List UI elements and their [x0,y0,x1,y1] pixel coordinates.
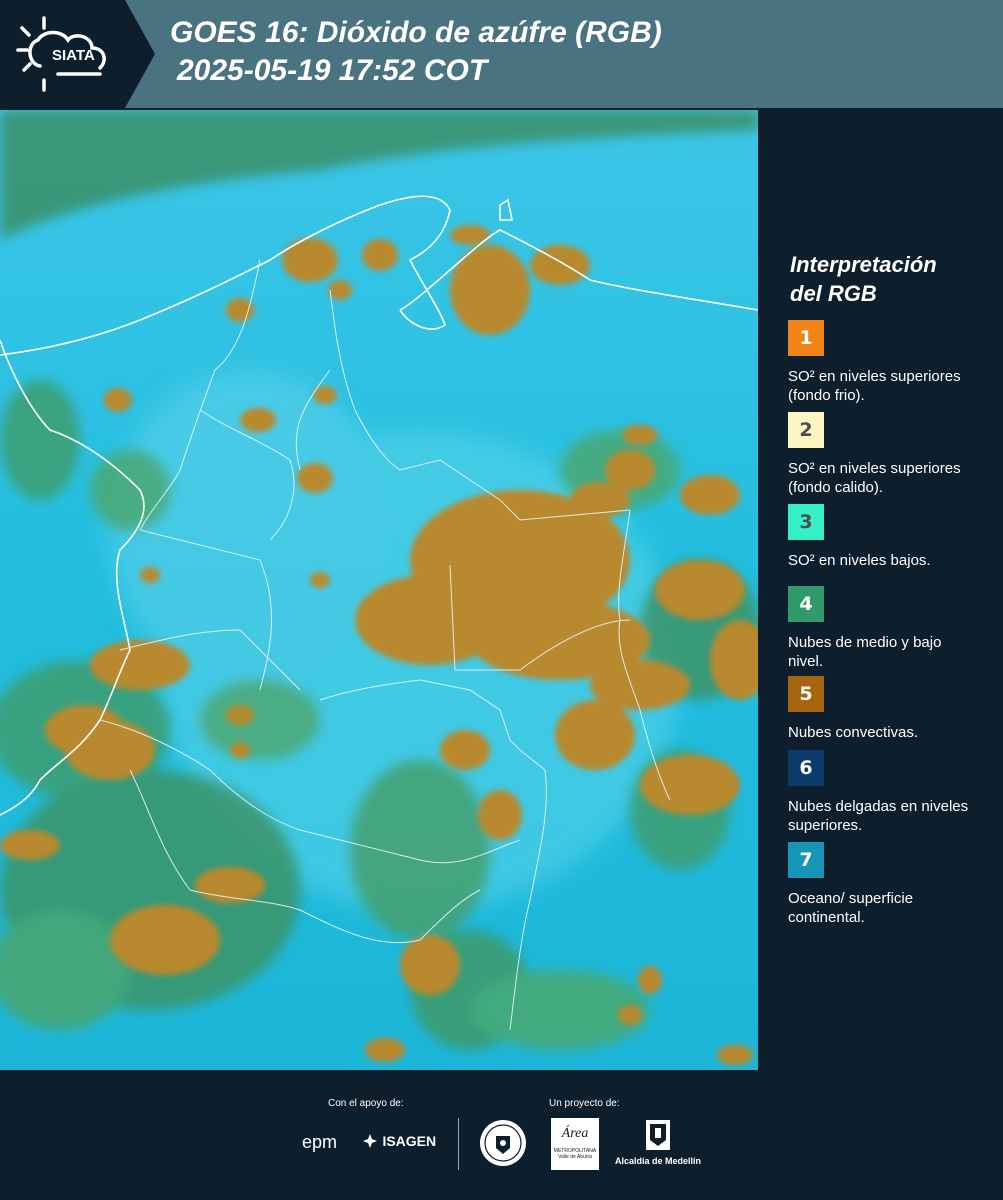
siata-logo[interactable]: SIATA [0,0,155,108]
title-line-1: GOES 16: Dióxido de azúfre (RGB) [170,16,662,49]
title-line-2: 2025-05-19 17:52 COT [177,54,488,87]
legend-swatch-1: 1 [788,320,824,356]
header-bar: SIATA GOES 16: Dióxido de azúfre (RGB) 20… [0,0,1003,108]
legend-description-7: Oceano/ superficie continental. [788,890,914,926]
project-label: Un proyecto de: [549,1098,620,1109]
epm-logo[interactable]: epm [302,1132,337,1153]
legend-title-line-1: Interpretación [790,252,937,277]
legend-description-5: Nubes convectivas. [788,724,919,741]
legend-swatch-5: 5 [788,676,824,712]
alcaldia-medellin-logo[interactable]: Alcaldía de Medellín [612,1118,704,1170]
alcaldia-label: Alcaldía de Medellín [614,1156,702,1166]
satellite-map[interactable] [0,110,758,1070]
svg-text:SIATA: SIATA [52,47,95,64]
legend-swatch-2: 2 [788,412,824,448]
footer-divider [458,1118,459,1170]
area-metropolitana-logo[interactable]: Área METROPOLITANA Valle de Aburrá [551,1118,599,1170]
support-label: Con el apoyo de: [328,1098,404,1109]
legend-description-1: SO² en niveles superiores (fondo frio). [788,368,961,404]
legend-title-line-2: del RGB [790,281,877,306]
legend-description-2: SO² en niveles superiores (fondo calido)… [788,460,961,496]
legend-description-4: Nubes de medio y bajo nivel. [788,634,942,670]
legend-swatch-3: 3 [788,504,824,540]
legend-panel: Interpretación del RGB 1 SO² en niveles s… [760,110,1003,1070]
footer: Con el apoyo de: Un proyecto de: epm ISA… [0,1070,1003,1200]
map-image [0,110,758,1070]
legend-title: Interpretación del RGB [790,250,937,308]
isagen-label: ISAGEN [382,1132,437,1149]
legend-swatch-4: 4 [788,586,824,622]
legend-swatch-7: 7 [788,842,824,878]
legend-swatch-6: 6 [788,750,824,786]
page-title: GOES 16: Dióxido de azúfre (RGB) 2025-05-… [170,14,662,90]
area-logo-sub-2: Valle de Aburrá [558,1154,592,1160]
siata-logo-graphic: SIATA [0,0,155,108]
legend-description-3: SO² en niveles bajos. [788,552,931,569]
isagen-star-icon [363,1133,377,1148]
legend-description-6: Nubes delgadas en niveles superiores. [788,798,969,834]
area-logo-word: Área [561,1126,589,1141]
medellin-seal-icon[interactable] [478,1118,528,1173]
alcaldia-shield-icon [646,1120,670,1150]
isagen-logo[interactable]: ISAGEN [362,1132,436,1150]
